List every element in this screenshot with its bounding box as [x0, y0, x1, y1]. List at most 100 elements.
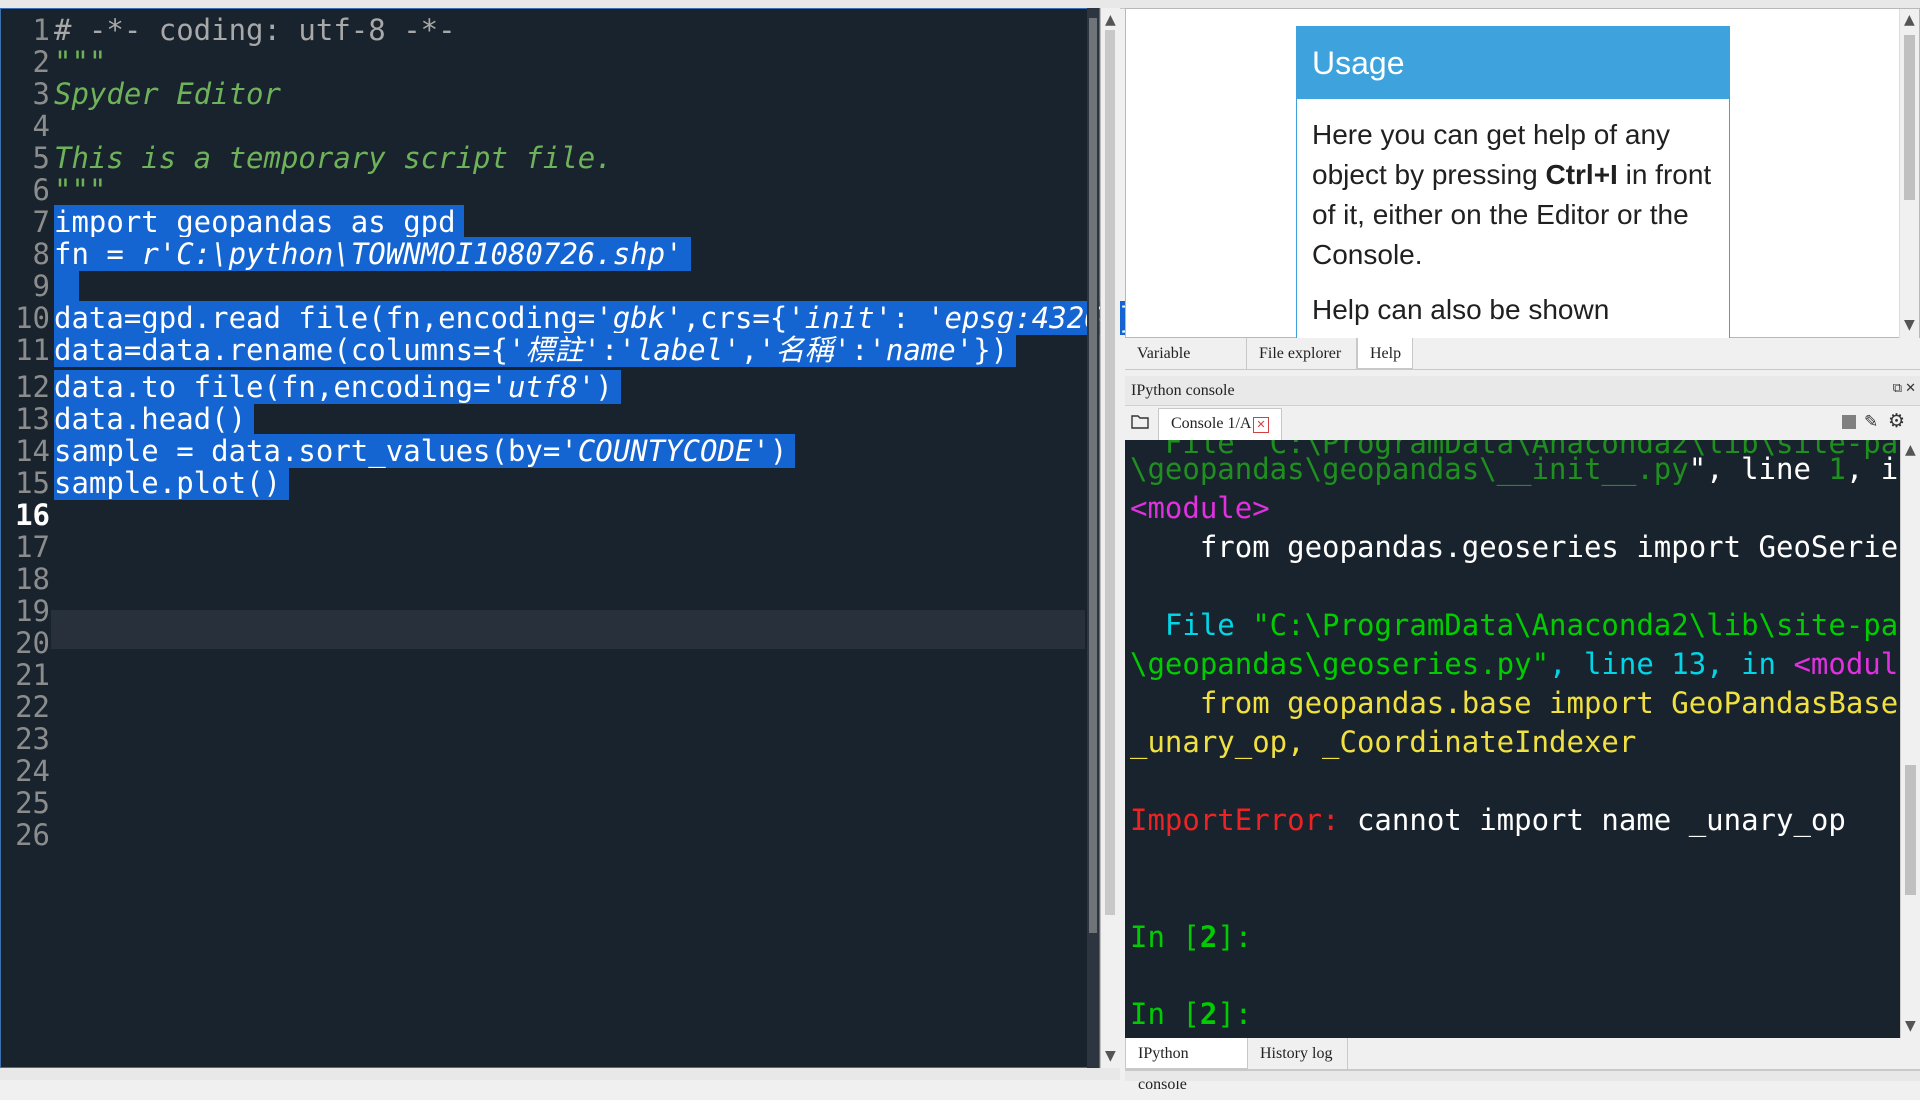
console-pane-title: IPython console [1131, 382, 1235, 399]
code-token: data=gpd.read_file(fn,encoding= [54, 301, 596, 335]
outer-scrollbar-thumb[interactable] [1105, 30, 1115, 915]
code-token: , [740, 333, 759, 367]
console-text: 2 [1199, 997, 1218, 1031]
close-tab-icon[interactable]: ✕ [1253, 417, 1269, 433]
tab-history-log[interactable]: History log [1248, 1038, 1348, 1069]
console-text: File [1130, 608, 1253, 642]
console-line: _unary_op, _CoordinateIndexer [1130, 725, 1637, 759]
usage-card: Usage Here you can get help of any objec… [1296, 26, 1730, 340]
scroll-down-arrow-icon[interactable]: ▼ [1905, 1018, 1916, 1034]
console-text: , in [1845, 452, 1900, 486]
console-text: cannot import name _unary_op [1339, 803, 1846, 837]
close-pane-icon[interactable]: ✕ [1905, 381, 1916, 396]
line-number-gutter: 1 2 3 4 5 6 7 8 9 10 11 12 13 14 15 16 1… [1, 9, 50, 1067]
selected-text: data.head() [54, 402, 255, 436]
console-text: ", line [1688, 452, 1829, 486]
help-pane: Usage Here you can get help of any objec… [1125, 8, 1920, 340]
code-editor[interactable]: 1 2 3 4 5 6 7 8 9 10 11 12 13 14 15 16 1… [0, 8, 1162, 1068]
console-text: In [ [1130, 997, 1200, 1031]
console-scrollbar[interactable]: ▲ ▼ [1900, 440, 1920, 1038]
top-pane-tabs: Variable explorer File explorer Help [1125, 338, 1920, 393]
console-toolbar: Console 1/A ✕ ✎ ⚙ [1125, 406, 1920, 440]
tab-file-explorer[interactable]: File explorer [1247, 338, 1357, 369]
stop-kernel-icon[interactable] [1842, 415, 1856, 429]
selected-text: import geopandas as gpd [54, 205, 464, 239]
console-line: ImportError: cannot import name _unary_o… [1130, 801, 1846, 840]
code-line-3: Spyder Editor [54, 77, 281, 111]
usage-paragraph-1: Here you can get help of any object by p… [1312, 115, 1714, 275]
string-literal: '標註' [507, 333, 601, 367]
code-line-5: This is a temporary script file. [54, 141, 613, 175]
shortcut-key: Ctrl+I [1545, 159, 1618, 190]
console-text: 1 [1828, 452, 1846, 486]
code-token: ,crs={ [682, 301, 788, 335]
console-prompt: In [2]: [1130, 918, 1252, 957]
code-line-15: sample.plot() [54, 464, 289, 503]
editor-outer-scrollbar[interactable]: ▲ ▼ [1100, 8, 1120, 1068]
console-text: \geopandas\geopandas\__init__.py [1130, 452, 1689, 486]
selected-text [54, 269, 80, 303]
scroll-down-arrow-icon[interactable]: ▼ [1904, 317, 1915, 333]
code-token: : [600, 333, 619, 367]
help-scrollbar-thumb[interactable] [1904, 35, 1915, 200]
tab-help[interactable]: Help [1357, 338, 1413, 369]
console-text: , line 13, in [1549, 647, 1794, 681]
usage-body: Here you can get help of any object by p… [1297, 99, 1729, 340]
code-token: }) [973, 333, 1009, 367]
console-text: <module> [1793, 647, 1900, 681]
console-text: \geopandas\geoseries.py" [1130, 647, 1550, 681]
selected-text: data.to_file(fn,encoding='utf8') [54, 370, 621, 404]
console-tab-label: Console 1/A [1171, 415, 1252, 432]
console-tab[interactable]: Console 1/A ✕ [1158, 408, 1282, 440]
console-scrollbar-thumb[interactable] [1905, 765, 1916, 895]
string-literal: 'label' [618, 333, 741, 367]
tab-variable-explorer[interactable]: Variable explorer [1125, 338, 1247, 393]
string-literal: 'name' [868, 333, 974, 367]
help-scrollbar[interactable]: ▲ ▼ [1899, 9, 1919, 339]
string-literal: 'init' [787, 301, 893, 335]
scroll-up-arrow-icon[interactable]: ▲ [1905, 442, 1916, 458]
console-text: "C:\ProgramData\Anaconda2\lib\site-packa… [1252, 608, 1900, 642]
tab-ipython-console[interactable]: IPython console [1125, 1038, 1248, 1093]
code-token: ) [769, 434, 788, 468]
console-prompt: In [2]: [1130, 995, 1252, 1034]
selected-text: data=gpd.read_file(fn,encoding='gbk',crs… [54, 301, 1162, 335]
scroll-up-arrow-icon[interactable]: ▲ [1904, 12, 1915, 28]
console-pane-header: IPython console ⧉ ✕ [1125, 376, 1920, 406]
usage-title: Usage [1297, 27, 1729, 99]
selected-text: data=data.rename(columns={'標註':'label','… [54, 333, 1017, 367]
console-line: <module> [1130, 491, 1270, 525]
usage-paragraph-2: Help can also be shown automatically aft… [1312, 294, 1696, 340]
console-line: \geopandas\geoseries.py", line 13, in <m… [1130, 645, 1900, 684]
scroll-down-arrow-icon[interactable]: ▼ [1105, 1048, 1116, 1064]
code-line-11: data=data.rename(columns={'標註':'label','… [54, 331, 1017, 370]
undock-icon[interactable]: ⧉ [1893, 381, 1902, 396]
string-literal: '名稱' [758, 333, 851, 367]
code-token: : [892, 301, 928, 335]
selected-text: fn = r'C:\python\TOWNMOI1080726.shp' [54, 237, 691, 271]
console-text: ]: [1217, 920, 1253, 954]
error-label: ImportError: [1130, 803, 1340, 837]
console-line: \geopandas\geopandas\__init__.py", line … [1130, 450, 1900, 489]
code-token: : [850, 333, 869, 367]
clear-console-icon[interactable]: ✎ [1864, 412, 1878, 432]
console-text: 2 [1199, 920, 1218, 954]
line-number: 11 [15, 333, 50, 367]
string-literal: 'COUNTYCODE' [560, 434, 770, 468]
options-gear-icon[interactable]: ⚙ [1888, 410, 1905, 432]
browse-tabs-icon[interactable] [1131, 413, 1149, 429]
code-token: data=data.rename(columns={ [54, 333, 508, 367]
code-token: data.to_file(fn,encoding= [54, 370, 491, 404]
console-line: from geopandas.base import GeoPandasBase… [1130, 686, 1900, 720]
bottom-pane-tabs: IPython console History log [1125, 1038, 1920, 1093]
console-line: from geopandas.geoseries import GeoSerie… [1130, 530, 1900, 564]
editor-bottom-strip [0, 1068, 1120, 1080]
string-literal: r'C:\python\TOWNMOI1080726.shp' [141, 237, 683, 271]
scroll-up-arrow-icon[interactable]: ▲ [1105, 12, 1116, 28]
console-line: File "C:\ProgramData\Anaconda2\lib\site-… [1130, 606, 1900, 645]
code-token: fn = [54, 237, 142, 271]
ipython-console[interactable]: File "C:\ProgramData\Anaconda2\lib\site-… [1125, 440, 1900, 1038]
string-literal: 'utf8' [490, 370, 596, 404]
editor-scrollbar-thumb[interactable] [1089, 18, 1097, 933]
code-line-1: # -*- coding: utf-8 -*- [54, 13, 456, 47]
